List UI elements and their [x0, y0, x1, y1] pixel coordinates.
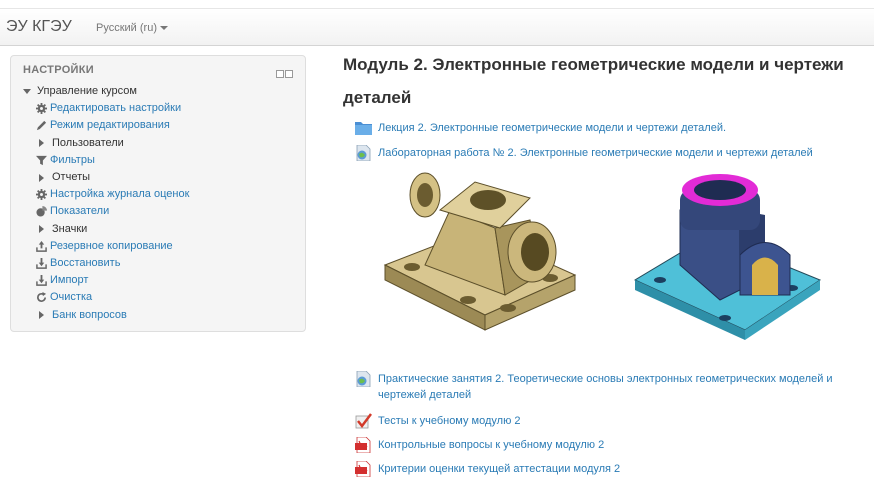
tree-item-users[interactable]: Пользователи	[23, 135, 189, 152]
settings-tree: Управление курсом Редактировать настройк…	[23, 83, 189, 324]
tree-item-import[interactable]: Импорт	[23, 272, 189, 289]
tree-item-label[interactable]: Показатели	[50, 203, 109, 220]
tree-item-label: Управление курсом	[37, 85, 137, 98]
tree-item-label: Отчеты	[52, 171, 91, 184]
tree-item-edit-mode[interactable]: Режим редактирования	[23, 117, 189, 134]
tree-item-reports[interactable]: Отчеты	[23, 169, 189, 186]
pdf-icon	[355, 436, 372, 454]
expanded-icon	[23, 89, 31, 95]
collapse-icon[interactable]	[285, 70, 293, 78]
tree-item-label: Значки	[52, 222, 88, 235]
tree-item-restore[interactable]: Восстановить	[23, 255, 189, 272]
tree-item-outcomes[interactable]: Показатели	[23, 203, 189, 220]
site-brand[interactable]: ЭУ КГЭУ	[6, 18, 72, 36]
activity-lab[interactable]: Лабораторная работа № 2. Электронные гео…	[355, 144, 813, 162]
quiz-icon	[355, 413, 372, 429]
dock-icon[interactable]	[276, 70, 284, 78]
activity-link[interactable]: Лекция 2. Электронные геометрические мод…	[378, 120, 726, 136]
activity-criteria[interactable]: Критерии оценки текущей аттестации модул…	[355, 460, 620, 477]
activity-link[interactable]: Критерии оценки текущей аттестации модул…	[378, 461, 620, 477]
tree-item-badges[interactable]: Значки	[23, 221, 189, 238]
tree-item-label[interactable]: Редактировать настройки	[50, 100, 181, 117]
tree-item-label[interactable]: Фильтры	[50, 152, 95, 169]
activity-tests[interactable]: Тесты к учебному модулю 2	[355, 413, 521, 429]
tree-item-edit-settings[interactable]: Редактировать настройки	[23, 100, 189, 117]
activity-link[interactable]: Практические занятия 2. Теоретические ос…	[355, 371, 865, 403]
language-menu[interactable]: Русский (ru)	[96, 22, 168, 34]
refresh-icon	[35, 292, 47, 304]
expand-icon	[39, 225, 44, 234]
activity-control-questions[interactable]: Контрольные вопросы к учебному модулю 2	[355, 436, 604, 454]
tree-item-label[interactable]: Импорт	[50, 272, 88, 289]
top-navbar: ЭУ КГЭУ Русский (ru)	[0, 8, 874, 46]
caret-down-icon	[159, 26, 168, 31]
activity-practice[interactable]: Практические занятия 2. Теоретические ос…	[355, 370, 865, 403]
tree-item-label: Пользователи	[52, 136, 124, 149]
activity-lecture[interactable]: Лекция 2. Электронные геометрические мод…	[355, 120, 726, 136]
tree-item-question-bank[interactable]: Банк вопросов	[23, 306, 189, 323]
pencil-icon	[35, 120, 47, 132]
gear-icon	[35, 189, 47, 201]
chart-icon	[35, 206, 47, 218]
section-title: Модуль 2. Электронные геометрические мод…	[343, 55, 844, 107]
pdf-icon	[355, 460, 372, 477]
parts-illustration	[383, 172, 822, 340]
tree-item-course-admin[interactable]: Управление курсом	[23, 83, 189, 100]
tree-item-backup[interactable]: Резервное копирование	[23, 238, 189, 255]
expand-icon	[39, 173, 44, 182]
upload-icon	[35, 240, 47, 252]
download-icon	[35, 275, 47, 287]
folder-icon	[355, 120, 372, 136]
tree-item-label[interactable]: Резервное копирование	[50, 238, 173, 255]
activity-link[interactable]: Контрольные вопросы к учебному модулю 2	[378, 437, 604, 453]
block-title: НАСТРОЙКИ	[23, 64, 94, 76]
block-controls	[275, 65, 293, 83]
settings-block: НАСТРОЙКИ Управление курсом Редактироват…	[10, 55, 306, 332]
filter-icon	[35, 154, 47, 166]
expand-icon	[39, 139, 44, 148]
bronze-part-image	[383, 172, 577, 331]
tree-item-label[interactable]: Настройка журнала оценок	[50, 186, 189, 203]
expand-icon	[39, 311, 44, 320]
gear-icon	[35, 103, 47, 115]
activity-link[interactable]: Лабораторная работа № 2. Электронные гео…	[378, 145, 813, 161]
tree-item-label[interactable]: Банк вопросов	[52, 307, 127, 324]
download-icon	[35, 257, 47, 269]
tree-item-gradebook-setup[interactable]: Настройка журнала оценок	[23, 186, 189, 203]
tree-item-label[interactable]: Восстановить	[50, 255, 120, 272]
page-icon	[355, 144, 372, 162]
tree-item-filters[interactable]: Фильтры	[23, 152, 189, 169]
tree-item-reset[interactable]: Очистка	[23, 289, 189, 306]
tree-item-label[interactable]: Очистка	[50, 289, 92, 306]
tree-item-label[interactable]: Режим редактирования	[50, 117, 170, 134]
blue-part-image	[633, 174, 822, 340]
activity-link[interactable]: Тесты к учебному модулю 2	[378, 413, 521, 429]
language-label: Русский (ru)	[96, 22, 157, 34]
